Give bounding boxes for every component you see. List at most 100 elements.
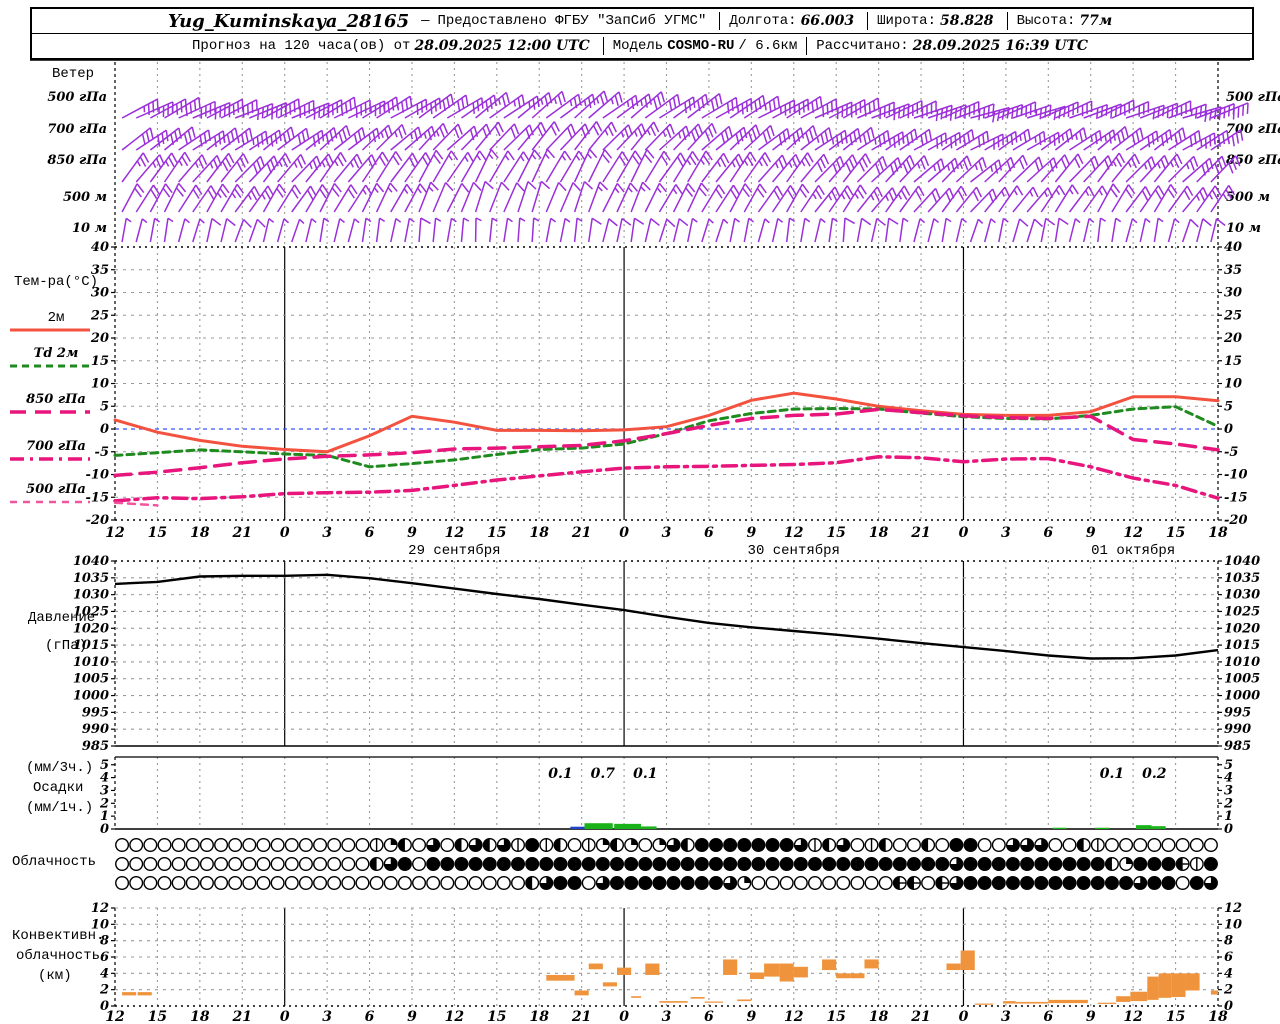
pressure-label-2: (гПа) xyxy=(45,638,88,654)
svg-text:15: 15 xyxy=(487,525,506,541)
svg-text:4: 4 xyxy=(100,771,109,786)
svg-text:1005: 1005 xyxy=(73,672,109,687)
svg-text:3: 3 xyxy=(322,525,332,541)
svg-text:1: 1 xyxy=(100,809,109,824)
svg-text:12: 12 xyxy=(1123,1009,1143,1024)
cloud-row-0 xyxy=(115,838,1218,853)
svg-text:9: 9 xyxy=(746,1009,756,1024)
svg-text:12: 12 xyxy=(784,1009,804,1024)
svg-text:18: 18 xyxy=(869,525,889,541)
svg-text:12: 12 xyxy=(445,525,465,541)
altitude-label: Высота: xyxy=(1016,13,1076,29)
wind-barbs-10м xyxy=(121,217,1226,243)
svg-text:0: 0 xyxy=(280,525,290,541)
svg-text:1005: 1005 xyxy=(1224,672,1260,687)
cloud-row-2 xyxy=(115,876,1218,891)
svg-text:0.1: 0.1 xyxy=(633,766,657,782)
svg-text:0: 0 xyxy=(280,1009,290,1024)
precip-label-title: Осадки xyxy=(33,780,84,796)
model-resolution: / 6.6км xyxy=(738,38,798,54)
svg-text:9: 9 xyxy=(746,525,756,541)
svg-text:12: 12 xyxy=(105,525,125,541)
svg-text:4: 4 xyxy=(100,966,109,981)
svg-text:500 м: 500 м xyxy=(63,190,107,205)
svg-text:12: 12 xyxy=(1224,901,1242,916)
legend-label-700: 700 гПа xyxy=(26,439,86,454)
legend-label-2m: 2м xyxy=(47,310,65,326)
svg-text:500 гПа: 500 гПа xyxy=(1226,90,1280,105)
svg-text:29 сентября: 29 сентября xyxy=(408,542,500,559)
legend-label-500: 500 гПа xyxy=(26,482,86,497)
latitude-value: 58.828 xyxy=(939,13,994,29)
svg-text:990: 990 xyxy=(1224,722,1251,737)
svg-text:3: 3 xyxy=(662,1009,672,1024)
header-separator xyxy=(602,37,604,55)
svg-text:21: 21 xyxy=(910,1009,930,1024)
svg-text:9: 9 xyxy=(407,1009,417,1024)
svg-text:12: 12 xyxy=(445,1009,465,1024)
header-separator xyxy=(719,12,721,30)
svg-text:3: 3 xyxy=(1224,783,1233,798)
station-name: Yug_Kuminskaya_28165 xyxy=(167,10,410,32)
svg-text:40: 40 xyxy=(1224,240,1242,255)
svg-text:700 гПа: 700 гПа xyxy=(47,122,107,137)
svg-text:12: 12 xyxy=(1123,525,1143,541)
conv-label-3: (км) xyxy=(38,968,72,984)
wind-barbs-700гПа xyxy=(121,121,1244,151)
svg-text:985: 985 xyxy=(82,739,109,754)
svg-text:985: 985 xyxy=(1224,739,1251,754)
svg-text:9: 9 xyxy=(1086,525,1096,541)
svg-text:6: 6 xyxy=(1043,1009,1053,1024)
svg-text:3: 3 xyxy=(1001,525,1011,541)
svg-text:6: 6 xyxy=(704,1009,714,1024)
meteogram-canvas: 40 4035 3530 3025 2520 2015 1510 105 50 0-5 -5-10-… xyxy=(10,59,1280,1024)
svg-text:990: 990 xyxy=(82,722,109,737)
svg-text:18: 18 xyxy=(190,525,210,541)
svg-text:-10: -10 xyxy=(1224,468,1248,483)
forecast-label: Прогноз на 120 часа(ов) от xyxy=(192,38,411,54)
svg-text:0: 0 xyxy=(959,525,969,541)
svg-text:0: 0 xyxy=(619,525,629,541)
svg-text:3: 3 xyxy=(1001,1009,1011,1024)
svg-text:1040: 1040 xyxy=(73,554,109,569)
wind-barbs-500гПа xyxy=(121,90,1249,123)
svg-text:1015: 1015 xyxy=(1224,638,1260,653)
svg-text:4: 4 xyxy=(1224,966,1233,981)
svg-text:12: 12 xyxy=(91,901,109,916)
svg-text:4: 4 xyxy=(1224,771,1233,786)
svg-text:-15: -15 xyxy=(1224,490,1248,505)
svg-text:25: 25 xyxy=(1223,308,1242,323)
svg-text:15: 15 xyxy=(487,1009,506,1024)
svg-text:18: 18 xyxy=(529,525,549,541)
svg-text:1000: 1000 xyxy=(73,689,109,704)
svg-text:10 м: 10 м xyxy=(1226,221,1261,236)
wind-barbs-500м xyxy=(121,180,1236,213)
latitude-label: Широта: xyxy=(877,13,936,29)
svg-text:21: 21 xyxy=(232,525,252,541)
svg-text:30 сентября: 30 сентября xyxy=(748,542,840,559)
wind-panel-title: Ветер xyxy=(52,66,95,82)
svg-text:1: 1 xyxy=(1224,809,1233,824)
svg-text:-10: -10 xyxy=(86,468,110,483)
svg-text:3: 3 xyxy=(100,783,109,798)
svg-text:10: 10 xyxy=(1224,917,1242,932)
svg-text:12: 12 xyxy=(784,525,804,541)
svg-text:995: 995 xyxy=(82,705,109,720)
header-row-1: Yug_Kuminskaya_28165 — Предоставлено ФГБ… xyxy=(32,9,1252,34)
legend-label-850: 850 гПа xyxy=(26,392,86,407)
svg-text:2: 2 xyxy=(99,796,109,811)
svg-text:8: 8 xyxy=(1224,934,1233,949)
header-dash: — xyxy=(421,13,430,29)
svg-text:20: 20 xyxy=(1223,331,1242,346)
svg-text:10: 10 xyxy=(91,377,109,392)
longitude-value: 66.003 xyxy=(800,13,855,29)
header-separator xyxy=(1006,12,1008,30)
calc-label: Рассчитано: xyxy=(816,38,909,54)
conv-label-2: облачность xyxy=(16,948,101,964)
svg-text:15: 15 xyxy=(1224,354,1242,369)
svg-text:6: 6 xyxy=(704,525,714,541)
svg-text:1030: 1030 xyxy=(73,588,109,603)
svg-text:12: 12 xyxy=(105,1009,125,1024)
header-separator xyxy=(806,37,808,55)
svg-text:1010: 1010 xyxy=(73,655,109,670)
